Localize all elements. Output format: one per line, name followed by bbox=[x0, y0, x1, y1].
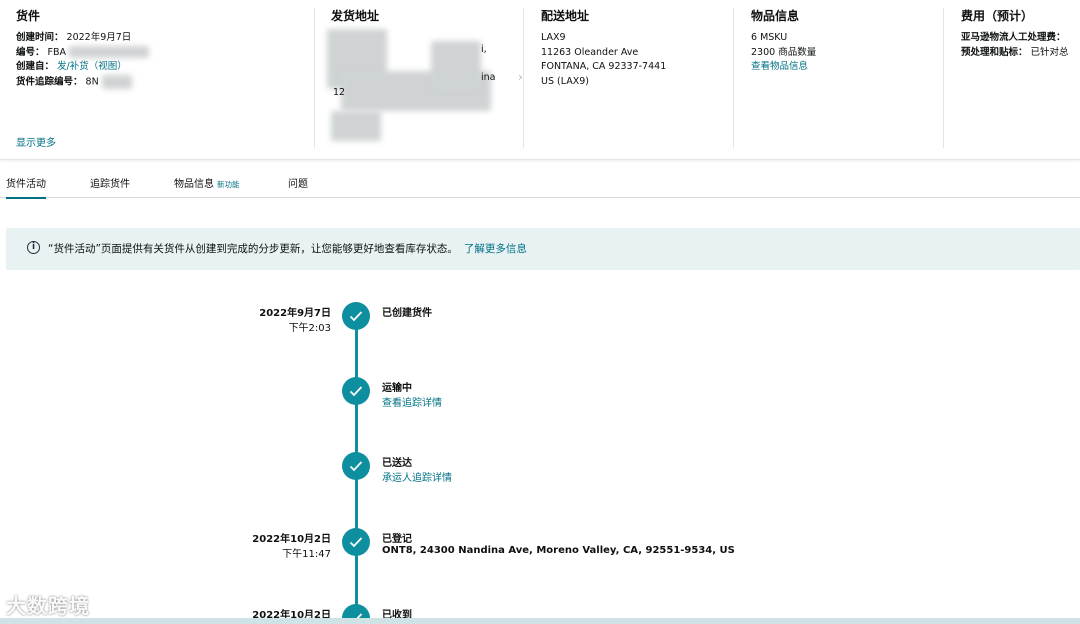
check-icon bbox=[342, 528, 370, 556]
tracking-value: 8N bbox=[85, 76, 99, 87]
new-feature-badge: 新功能 bbox=[217, 180, 240, 189]
timeline-event: 运输中 查看追踪详情 bbox=[0, 365, 1080, 409]
view-items-link[interactable]: 查看物品信息 bbox=[751, 60, 936, 75]
created-by-row: 创建自： 发/补货（视图） bbox=[16, 60, 306, 75]
redacted-block bbox=[69, 46, 150, 58]
show-more-link[interactable]: 显示更多 bbox=[16, 134, 56, 149]
msku-count: 6 MSKU bbox=[751, 32, 788, 43]
created-by-link[interactable]: 发/补货（视图） bbox=[57, 61, 127, 72]
activity-timeline: 2022年9月7日 下午2:03 已创建货件 运输中 查看追踪详情 已送达 承运… bbox=[0, 290, 1080, 624]
event-title: 已登记 bbox=[382, 534, 412, 545]
items-column: 物品信息 6 MSKU 2300 商品数量 查看物品信息 bbox=[751, 0, 936, 150]
tab-problems[interactable]: 问题 bbox=[288, 175, 308, 190]
check-icon bbox=[342, 377, 370, 405]
fees-column: 费用（预计） 亚马逊物流人工处理费： 预处理和贴标： 已针对总 bbox=[961, 0, 1080, 150]
tab-shipment-activity[interactable]: 货件活动 bbox=[6, 175, 46, 199]
id-row: 编号： FBA bbox=[16, 46, 306, 61]
column-divider bbox=[314, 8, 315, 148]
ship-from-line1: i, bbox=[481, 44, 487, 55]
banner-text-row: “货件活动”页面提供有关货件从创建到完成的分步更新，让您能够更好地查看库存状态。… bbox=[48, 241, 527, 256]
ship-from-heading: 发货地址 bbox=[331, 9, 380, 23]
ship-to-heading: 配送地址 bbox=[541, 9, 590, 23]
ship-from-column: 发货地址 i, ina 12 bbox=[327, 0, 516, 150]
learn-more-link[interactable]: 了解更多信息 bbox=[464, 243, 527, 255]
ship-to-line2: 11263 Oleander Ave bbox=[541, 46, 639, 58]
event-date: 2022年9月7日 bbox=[259, 308, 331, 319]
check-icon bbox=[342, 302, 370, 330]
ship-to-line3: FONTANA, CA 92337-7441 bbox=[541, 61, 667, 72]
fee-label-2: 预处理和贴标： bbox=[961, 46, 1028, 58]
shipment-summary: 货件 创建时间： 2022年9月7日 编号： FBA 创建自： 发/补货（视图）… bbox=[0, 0, 1080, 160]
column-divider bbox=[943, 8, 944, 148]
created-value: 2022年9月7日 bbox=[66, 32, 132, 43]
check-icon bbox=[342, 452, 370, 480]
unit-count: 2300 商品数量 bbox=[751, 46, 817, 58]
event-date: 2022年10月2日 bbox=[252, 534, 331, 545]
fees-heading: 费用（预计） bbox=[961, 9, 1034, 23]
fee-line1: 亚马逊物流人工处理费： bbox=[961, 31, 1080, 46]
ship-from-address: i, ina 12 bbox=[327, 29, 516, 141]
column-divider bbox=[733, 8, 734, 148]
column-divider bbox=[523, 8, 524, 148]
created-by-label: 创建自： bbox=[16, 61, 55, 72]
event-title: 运输中 bbox=[382, 383, 412, 394]
ship-to-line4: US (LAX9) bbox=[541, 75, 589, 87]
fee-value-2: 已针对总 bbox=[1030, 46, 1069, 58]
id-label: 编号： bbox=[16, 46, 45, 58]
timeline-event: 2022年9月7日 下午2:03 已创建货件 bbox=[0, 290, 1080, 334]
ship-from-line2: ina bbox=[481, 72, 496, 83]
redacted-block bbox=[431, 41, 481, 91]
id-value: FBA bbox=[47, 46, 67, 58]
bottom-bar bbox=[0, 618, 1080, 624]
items-heading: 物品信息 bbox=[751, 9, 800, 23]
event-address: ONT8, 24300 Nandina Ave, Moreno Valley, … bbox=[382, 545, 735, 556]
created-row: 创建时间： 2022年9月7日 bbox=[16, 31, 306, 46]
fee-label-1: 亚马逊物流人工处理费： bbox=[961, 32, 1066, 43]
ship-to-line1: LAX9 bbox=[541, 32, 566, 43]
timeline-event: 2022年10月2日 下午11:47 已登记 ONT8, 24300 Nandi… bbox=[0, 516, 1080, 560]
event-title: 已送达 bbox=[382, 458, 412, 469]
shipment-heading: 货件 bbox=[16, 9, 41, 23]
event-time: 下午2:03 bbox=[288, 323, 331, 334]
ship-from-line3: 12 bbox=[333, 87, 346, 98]
redacted-block bbox=[331, 111, 381, 141]
tab-item-info[interactable]: 物品信息 新功能 bbox=[174, 175, 240, 190]
tab-item-info-label: 物品信息 bbox=[174, 179, 214, 190]
tab-track-shipment[interactable]: 追踪货件 bbox=[90, 175, 130, 190]
view-tracking-link[interactable]: 查看追踪详情 bbox=[382, 394, 442, 409]
shipment-column: 货件 创建时间： 2022年9月7日 编号： FBA 创建自： 发/补货（视图）… bbox=[16, 0, 306, 150]
tracking-label: 货件追踪编号： bbox=[16, 76, 83, 87]
tab-bar: 货件活动 追踪货件 物品信息 新功能 问题 bbox=[0, 168, 1080, 199]
banner-text: “货件活动”页面提供有关货件从创建到完成的分步更新，让您能够更好地查看库存状态。 bbox=[48, 243, 458, 255]
redacted-block bbox=[101, 74, 132, 89]
fee-line2: 预处理和贴标： 已针对总 bbox=[961, 46, 1080, 61]
timeline-event: 已送达 承运人追踪详情 bbox=[0, 440, 1080, 484]
info-banner: i “货件活动”页面提供有关货件从创建到完成的分步更新，让您能够更好地查看库存状… bbox=[6, 228, 1080, 270]
tracking-row: 货件追踪编号： 8N bbox=[16, 74, 306, 90]
event-time: 下午11:47 bbox=[282, 549, 331, 560]
ship-to-column: 配送地址 LAX9 11263 Oleander Ave FONTANA, CA… bbox=[541, 0, 726, 150]
watermark: 大数跨境 bbox=[6, 594, 90, 618]
info-icon: i bbox=[27, 241, 40, 254]
carrier-tracking-link[interactable]: 承运人追踪详情 bbox=[382, 469, 452, 484]
created-label: 创建时间： bbox=[16, 32, 64, 43]
event-title: 已创建货件 bbox=[382, 308, 432, 319]
